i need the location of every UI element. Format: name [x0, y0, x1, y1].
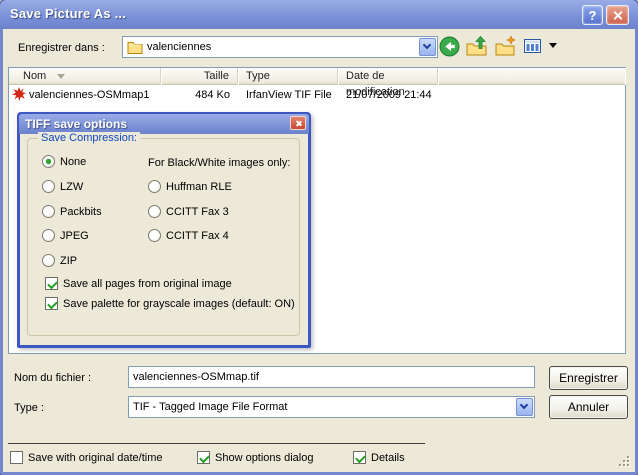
- column-header-size[interactable]: Taille: [161, 68, 238, 85]
- radio-icon[interactable]: [42, 254, 55, 267]
- help-button[interactable]: ?: [582, 5, 603, 25]
- tiff-dialog-titlebar[interactable]: TIFF save options: [19, 114, 309, 134]
- radio-icon[interactable]: [42, 180, 55, 193]
- sort-descending-icon: [57, 74, 65, 79]
- filename-label: Nom du fichier :: [14, 372, 91, 384]
- checkbox-save-all-pages[interactable]: Save all pages from original image: [45, 276, 232, 291]
- folder-up-icon: [466, 36, 488, 56]
- close-icon: [612, 10, 623, 21]
- save-in-value: valenciennes: [143, 38, 418, 56]
- checkbox-icon[interactable]: [45, 297, 58, 310]
- view-menu-icon: [524, 38, 542, 54]
- radio-icon[interactable]: [148, 180, 161, 193]
- back-button[interactable]: [438, 35, 460, 57]
- titlebar[interactable]: Save Picture As ... ?: [0, 0, 638, 29]
- file-type: IrfanView TIF File: [246, 88, 332, 103]
- radio-zip[interactable]: ZIP: [42, 253, 77, 268]
- checkbox-icon[interactable]: [353, 451, 366, 464]
- save-in-label: Enregistrer dans :: [18, 42, 105, 54]
- footer-separator: [8, 443, 425, 444]
- file-size: 484 Ko: [161, 88, 230, 103]
- dialog-client-area: Enregistrer dans : valenciennes: [3, 29, 635, 472]
- bw-images-note: For Black/White images only:: [148, 157, 290, 169]
- radio-icon[interactable]: [42, 155, 55, 168]
- chevron-down-icon[interactable]: [419, 38, 436, 56]
- checkbox-icon[interactable]: [197, 451, 210, 464]
- file-list-header: Nom Taille Type Date de modification: [9, 68, 625, 85]
- resize-grip[interactable]: [618, 455, 631, 468]
- file-name: valenciennes-OSMmap1: [29, 88, 149, 103]
- file-row[interactable]: valenciennes-OSMmap1 484 Ko IrfanView TI…: [9, 87, 625, 104]
- column-header-type[interactable]: Type: [238, 68, 338, 85]
- tiff-dialog-title: TIFF save options: [25, 117, 127, 131]
- radio-none[interactable]: None: [42, 154, 86, 169]
- file-type-value: TIF - Tagged Image File Format: [129, 398, 515, 416]
- column-header-date[interactable]: Date de modification: [338, 68, 438, 85]
- radio-icon[interactable]: [148, 229, 161, 242]
- radio-jpeg[interactable]: JPEG: [42, 228, 89, 243]
- save-picture-as-window: Save Picture As ... ? Enregistrer dans :…: [0, 0, 638, 475]
- view-menu-button[interactable]: [522, 35, 544, 57]
- type-label: Type :: [14, 402, 44, 414]
- checkbox-details[interactable]: Details: [353, 450, 405, 465]
- close-icon: [295, 120, 302, 127]
- checkbox-save-palette[interactable]: Save palette for grayscale images (defau…: [45, 296, 295, 311]
- filename-input[interactable]: [128, 366, 535, 388]
- radio-huffman-rle[interactable]: Huffman RLE: [148, 179, 232, 194]
- save-compression-label: Save Compression:: [38, 132, 140, 144]
- irfanview-file-icon: [12, 87, 26, 106]
- radio-icon[interactable]: [42, 229, 55, 242]
- file-type-combobox[interactable]: TIF - Tagged Image File Format: [128, 396, 535, 418]
- radio-packbits[interactable]: Packbits: [42, 204, 102, 219]
- folder-icon: [127, 40, 143, 54]
- radio-ccitt-fax-4[interactable]: CCITT Fax 4: [148, 228, 229, 243]
- new-folder-icon: [495, 36, 516, 56]
- file-modified-date: 21/07/2009 21:44: [346, 88, 432, 103]
- cancel-button[interactable]: Annuler: [549, 395, 628, 419]
- close-button[interactable]: [606, 5, 629, 25]
- checkbox-save-original-date[interactable]: Save with original date/time: [10, 450, 163, 465]
- tiff-save-options-dialog: TIFF save options Save Compression: For …: [17, 112, 311, 348]
- help-icon: ?: [589, 8, 597, 23]
- save-in-combobox[interactable]: valenciennes: [122, 36, 438, 58]
- checkbox-show-options-dialog[interactable]: Show options dialog: [197, 450, 313, 465]
- back-arrow-icon: [439, 36, 460, 57]
- chevron-down-icon[interactable]: [516, 398, 533, 416]
- new-folder-button[interactable]: [494, 35, 516, 57]
- radio-ccitt-fax-3[interactable]: CCITT Fax 3: [148, 204, 229, 219]
- column-header-name[interactable]: Nom: [9, 68, 161, 85]
- tiff-close-button[interactable]: [290, 116, 306, 130]
- up-one-level-button[interactable]: [466, 35, 488, 57]
- window-title: Save Picture As ...: [10, 6, 126, 21]
- save-button[interactable]: Enregistrer: [549, 366, 628, 390]
- radio-lzw[interactable]: LZW: [42, 179, 83, 194]
- checkbox-icon[interactable]: [10, 451, 23, 464]
- checkbox-icon[interactable]: [45, 277, 58, 290]
- tiff-dialog-body: Save Compression: For Black/White images…: [20, 134, 308, 345]
- radio-icon[interactable]: [148, 205, 161, 218]
- view-menu-dropdown-icon[interactable]: [549, 43, 557, 48]
- radio-icon[interactable]: [42, 205, 55, 218]
- column-header-empty: [438, 68, 625, 85]
